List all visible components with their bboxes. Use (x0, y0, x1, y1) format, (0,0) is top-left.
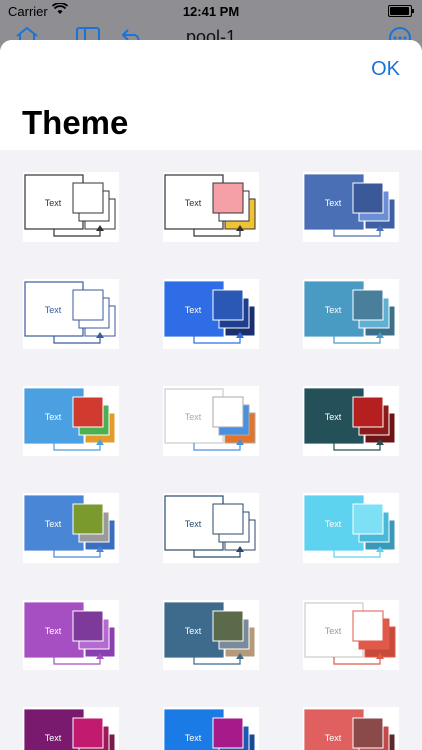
theme-option[interactable]: Text (23, 279, 119, 349)
theme-option-label: Text (185, 198, 202, 208)
theme-option-label: Text (185, 305, 202, 315)
clock: 12:41 PM (182, 4, 240, 19)
theme-option[interactable]: Text (163, 279, 259, 349)
theme-option-label: Text (185, 412, 202, 422)
theme-option-label: Text (325, 305, 342, 315)
theme-option-label: Text (45, 412, 62, 422)
theme-option[interactable]: Text (303, 493, 399, 563)
theme-option[interactable]: Text (303, 386, 399, 456)
sheet-header: OK Theme (0, 40, 422, 150)
theme-option[interactable]: Text (303, 707, 399, 750)
theme-option[interactable]: Text (303, 172, 399, 242)
theme-sheet: OK Theme Text Text Text Text Text Text Text Tex… (0, 40, 422, 750)
theme-option-label: Text (45, 519, 62, 529)
theme-option[interactable]: Text (163, 600, 259, 670)
ok-button[interactable]: OK (371, 58, 400, 81)
theme-option[interactable]: Text (163, 493, 259, 563)
theme-option[interactable]: Text (23, 707, 119, 750)
theme-option[interactable]: Text (23, 493, 119, 563)
theme-option[interactable]: Text (303, 279, 399, 349)
status-bar: Carrier 12:41 PM (0, 0, 422, 22)
theme-option-label: Text (185, 519, 202, 529)
theme-option[interactable]: Text (23, 386, 119, 456)
theme-option-label: Text (325, 733, 342, 743)
theme-option[interactable]: Text (23, 600, 119, 670)
theme-option[interactable]: Text (303, 600, 399, 670)
theme-option-label: Text (45, 626, 62, 636)
theme-option-label: Text (45, 733, 62, 743)
theme-option[interactable]: Text (163, 707, 259, 750)
theme-option-label: Text (325, 412, 342, 422)
theme-option[interactable]: Text (163, 386, 259, 456)
theme-option-label: Text (325, 198, 342, 208)
theme-option[interactable]: Text (163, 172, 259, 242)
theme-option-label: Text (185, 733, 202, 743)
theme-option-label: Text (185, 626, 202, 636)
theme-option-label: Text (45, 305, 62, 315)
theme-option-label: Text (325, 626, 342, 636)
theme-option[interactable]: Text (23, 172, 119, 242)
battery-icon (388, 5, 414, 17)
theme-option-label: Text (45, 198, 62, 208)
theme-option-label: Text (325, 519, 342, 529)
page-title: Theme (22, 104, 129, 141)
